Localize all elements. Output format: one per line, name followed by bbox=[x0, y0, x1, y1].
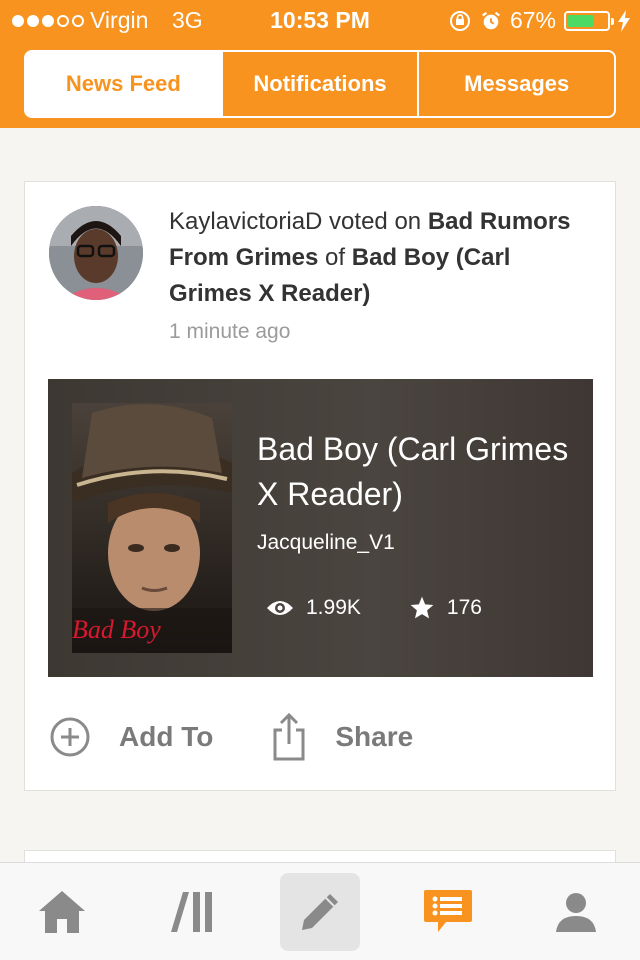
battery-icon bbox=[564, 10, 614, 31]
story-stats: 1.99K 176 bbox=[266, 595, 530, 621]
share-label: Share bbox=[335, 721, 414, 752]
write-icon bbox=[302, 894, 338, 930]
card-actions: Add To Share bbox=[49, 707, 589, 767]
profile-icon bbox=[556, 893, 596, 932]
cover-title-text: Bad Boy bbox=[72, 615, 161, 644]
story-title[interactable]: Bad Boy (Carl Grimes X Reader) bbox=[257, 427, 577, 517]
app-header: Virgin 3G 10:53 PM 67% News Feed Notific… bbox=[0, 0, 640, 128]
votes-count: 176 bbox=[446, 596, 482, 619]
messages-tab[interactable] bbox=[408, 873, 488, 951]
tab-news-feed[interactable]: News Feed bbox=[26, 52, 221, 116]
home-icon bbox=[39, 891, 85, 933]
tab-messages[interactable]: Messages bbox=[417, 52, 614, 116]
home-tab[interactable] bbox=[22, 873, 102, 951]
feed-tabs: News Feed Notifications Messages bbox=[24, 50, 616, 118]
story-card[interactable]: Bad Boy Bad Boy (Carl Grimes X Reader) J… bbox=[48, 379, 593, 677]
story-cover[interactable]: Bad Boy bbox=[72, 403, 232, 653]
reads-eye-icon bbox=[267, 601, 293, 615]
activity-of: of bbox=[318, 244, 352, 271]
status-bar: Virgin 3G 10:53 PM 67% bbox=[0, 0, 640, 40]
library-icon bbox=[171, 892, 212, 932]
alarm-icon bbox=[482, 11, 500, 29]
library-tab[interactable] bbox=[152, 873, 232, 951]
messages-icon bbox=[424, 890, 472, 932]
bottom-tab-bar bbox=[0, 862, 640, 960]
write-tab[interactable] bbox=[280, 873, 360, 951]
activity-verb: voted on bbox=[322, 208, 428, 235]
activity-user[interactable]: KaylavictoriaD bbox=[169, 208, 322, 235]
add-to-button[interactable]: Add To bbox=[49, 716, 213, 758]
charging-icon bbox=[618, 9, 630, 32]
share-icon bbox=[273, 712, 305, 761]
reads-count: 1.99K bbox=[306, 596, 361, 619]
votes-star-icon bbox=[410, 596, 434, 619]
share-button[interactable]: Share bbox=[271, 712, 413, 762]
activity-time: 1 minute ago bbox=[169, 320, 291, 343]
orientation-lock-icon bbox=[449, 10, 470, 31]
battery-percent: 67% bbox=[509, 7, 556, 33]
add-to-label: Add To bbox=[119, 721, 214, 752]
tab-notifications[interactable]: Notifications bbox=[220, 52, 418, 116]
add-circle-icon bbox=[50, 717, 90, 757]
avatar[interactable] bbox=[49, 206, 143, 300]
feed-card: KaylavictoriaD voted on Bad Rumors From … bbox=[24, 181, 616, 791]
profile-tab[interactable] bbox=[536, 873, 616, 951]
story-author[interactable]: Jacqueline_V1 bbox=[257, 531, 395, 555]
activity-text: KaylavictoriaD voted on Bad Rumors From … bbox=[169, 204, 589, 312]
